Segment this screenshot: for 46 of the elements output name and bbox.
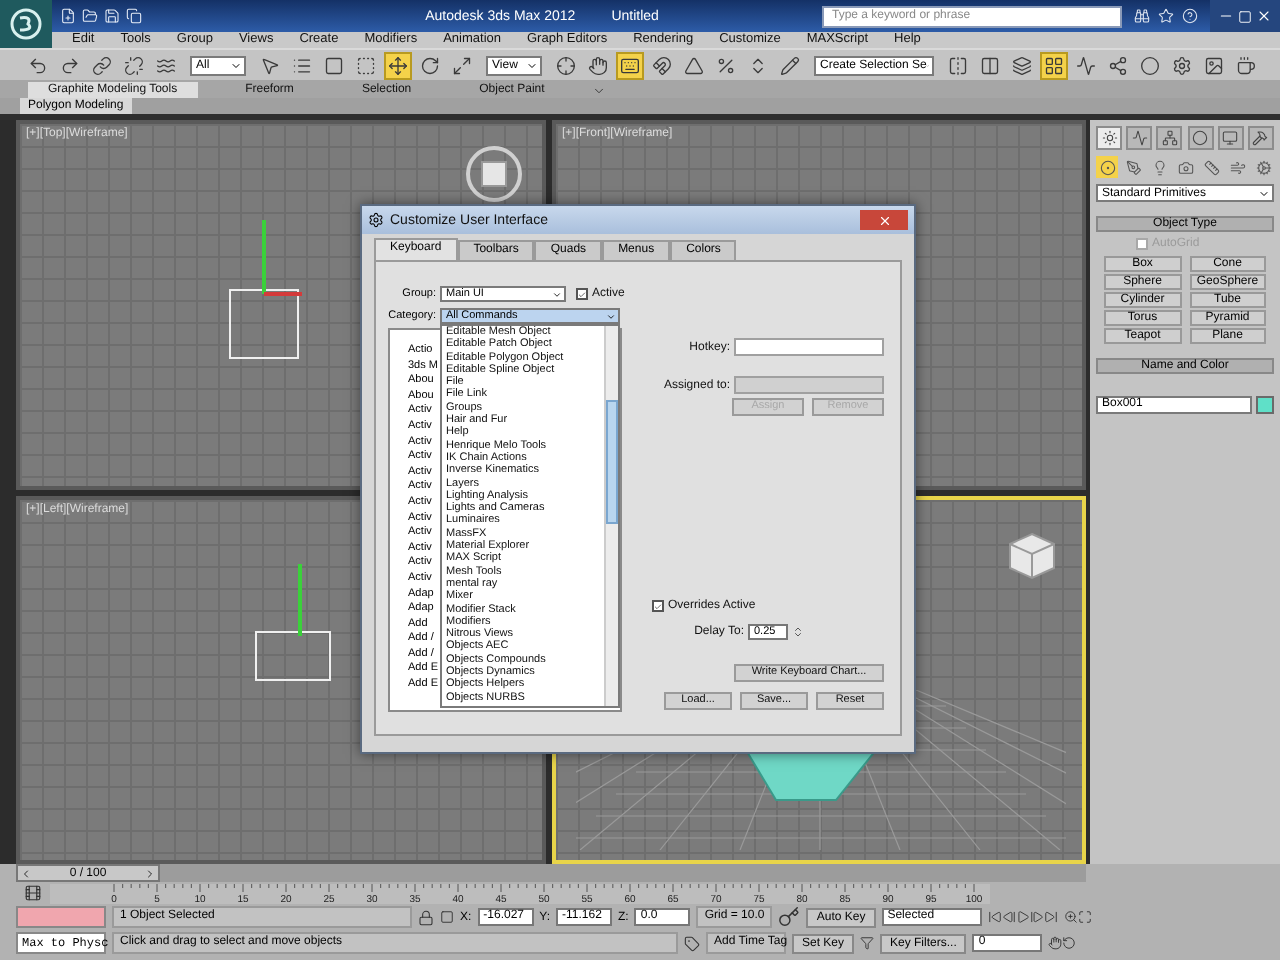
dialog-icon [368, 212, 384, 228]
pan-icon[interactable] [1048, 936, 1063, 950]
viewcube-icon[interactable] [1006, 530, 1058, 582]
star-icon[interactable] [1158, 8, 1174, 24]
zoom-extents-icon[interactable] [1077, 910, 1092, 924]
panel-tab[interactable] [1187, 126, 1214, 150]
new-file-icon[interactable] [60, 8, 76, 24]
skip-forward-icon[interactable] [1043, 910, 1058, 924]
key-icon[interactable] [778, 906, 801, 928]
step-forward-icon[interactable] [1029, 910, 1044, 924]
lock-icon[interactable] [418, 909, 434, 925]
binoculars-icon[interactable] [1134, 8, 1150, 24]
app-logo[interactable] [0, 0, 52, 48]
square-icon[interactable] [440, 910, 454, 924]
hierarchy-icon[interactable] [1161, 130, 1178, 146]
copy-icon[interactable] [126, 8, 142, 24]
close-icon[interactable] [877, 213, 891, 227]
save-icon[interactable] [104, 8, 120, 24]
color-swatch[interactable] [1256, 396, 1274, 414]
curve-icon[interactable] [1131, 130, 1148, 146]
panel-tab[interactable] [1096, 126, 1122, 150]
hotkey-field[interactable] [734, 338, 884, 356]
skip-back-icon[interactable] [987, 910, 1002, 924]
hammer-icon[interactable] [1252, 130, 1269, 146]
tag-icon[interactable] [684, 935, 700, 951]
panel-tab[interactable] [1217, 126, 1244, 150]
close-icon[interactable] [1256, 8, 1272, 24]
logo-icon [10, 8, 42, 40]
scrollbar[interactable] [604, 326, 618, 706]
maximize-icon[interactable] [1238, 9, 1252, 23]
panel-tab[interactable] [1247, 126, 1274, 150]
listener-output-field[interactable] [16, 906, 106, 928]
orbit-icon[interactable] [1062, 936, 1077, 950]
sun-icon[interactable] [1101, 130, 1117, 146]
help-icon[interactable] [1182, 8, 1198, 24]
zoom-icon[interactable] [1063, 910, 1078, 924]
folder-icon[interactable] [82, 8, 98, 24]
step-back-icon[interactable] [1001, 910, 1016, 924]
circle-icon[interactable] [1192, 130, 1209, 146]
panel-tab[interactable] [1126, 126, 1153, 150]
panel-tab[interactable] [1156, 126, 1183, 150]
filter-icon[interactable] [860, 936, 875, 950]
play-icon[interactable] [1015, 910, 1030, 924]
film-icon[interactable] [24, 884, 42, 902]
viewcube-icon[interactable] [464, 144, 524, 204]
monitor-icon[interactable] [1222, 130, 1239, 146]
